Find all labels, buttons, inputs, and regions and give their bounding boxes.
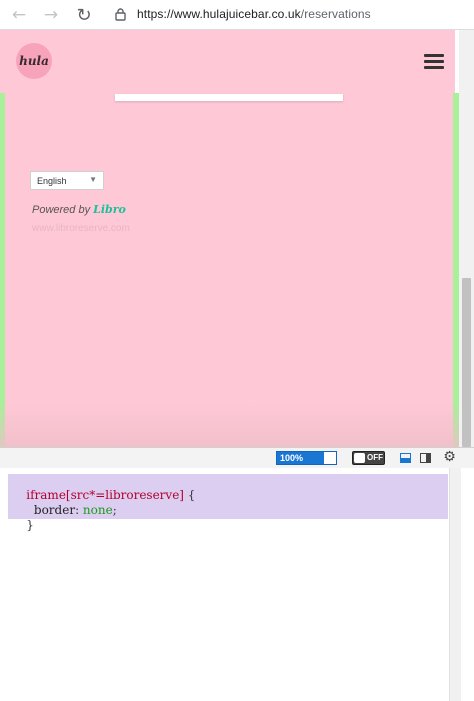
address-bar[interactable]: https://www.hulajuicebar.co.uk/reservati…: [137, 7, 371, 21]
reservation-iframe-strip: [115, 94, 343, 101]
css-value: none: [82, 503, 113, 517]
css-editor[interactable]: iframe[src*=libroreserve] { border: none…: [0, 468, 474, 701]
gear-icon[interactable]: ⚙: [442, 450, 457, 465]
reload-icon[interactable]: ↻: [73, 4, 95, 26]
code-line-3: }: [11, 504, 34, 546]
hula-logo[interactable]: hula: [16, 43, 52, 79]
forward-arrow-icon[interactable]: →: [40, 4, 62, 26]
devtools-toolbar: 100% OFF ⚙: [0, 447, 474, 469]
open-brace: {: [183, 488, 196, 502]
toggle-label: OFF: [367, 453, 383, 462]
libro-brand: Libro: [93, 203, 126, 216]
language-selected-value: English: [37, 176, 67, 186]
powered-by-label: Powered by: [32, 204, 91, 216]
chevron-down-icon: ▼: [89, 175, 97, 184]
language-select[interactable]: English ▼: [30, 171, 104, 190]
url-host: https://www.hulajuicebar.co.uk: [137, 7, 301, 21]
lock-icon: [115, 8, 126, 21]
hamburger-menu-icon[interactable]: [424, 54, 444, 70]
url-path: /reservations: [300, 7, 371, 21]
faint-caption: www.libroreserve.com: [32, 223, 130, 234]
colon: :: [75, 503, 83, 517]
zoom-level-label: 100%: [280, 453, 304, 463]
viewport-bottom-fade: [0, 402, 459, 447]
close-brace: }: [26, 518, 34, 532]
page-viewport: hula English ▼ Powered by Libro www.libro…: [0, 30, 474, 447]
window-right-edge: [461, 468, 474, 701]
browser-toolbar: ← → ↻ https://www.hulajuicebar.co.uk/res…: [0, 0, 474, 30]
zoom-control[interactable]: 100%: [276, 451, 337, 465]
dock-bottom-icon[interactable]: [400, 453, 411, 463]
toggle-knob: [354, 453, 365, 463]
back-arrow-icon[interactable]: ←: [8, 4, 30, 26]
dock-right-icon[interactable]: [420, 453, 431, 463]
logo-text: hula: [19, 54, 49, 68]
page-scroll-thumb[interactable]: [462, 278, 471, 447]
powered-by-link[interactable]: Powered by Libro: [32, 203, 126, 216]
live-toggle[interactable]: OFF: [352, 451, 385, 465]
left-accent-border: [0, 93, 5, 447]
semicolon: ;: [112, 503, 117, 517]
